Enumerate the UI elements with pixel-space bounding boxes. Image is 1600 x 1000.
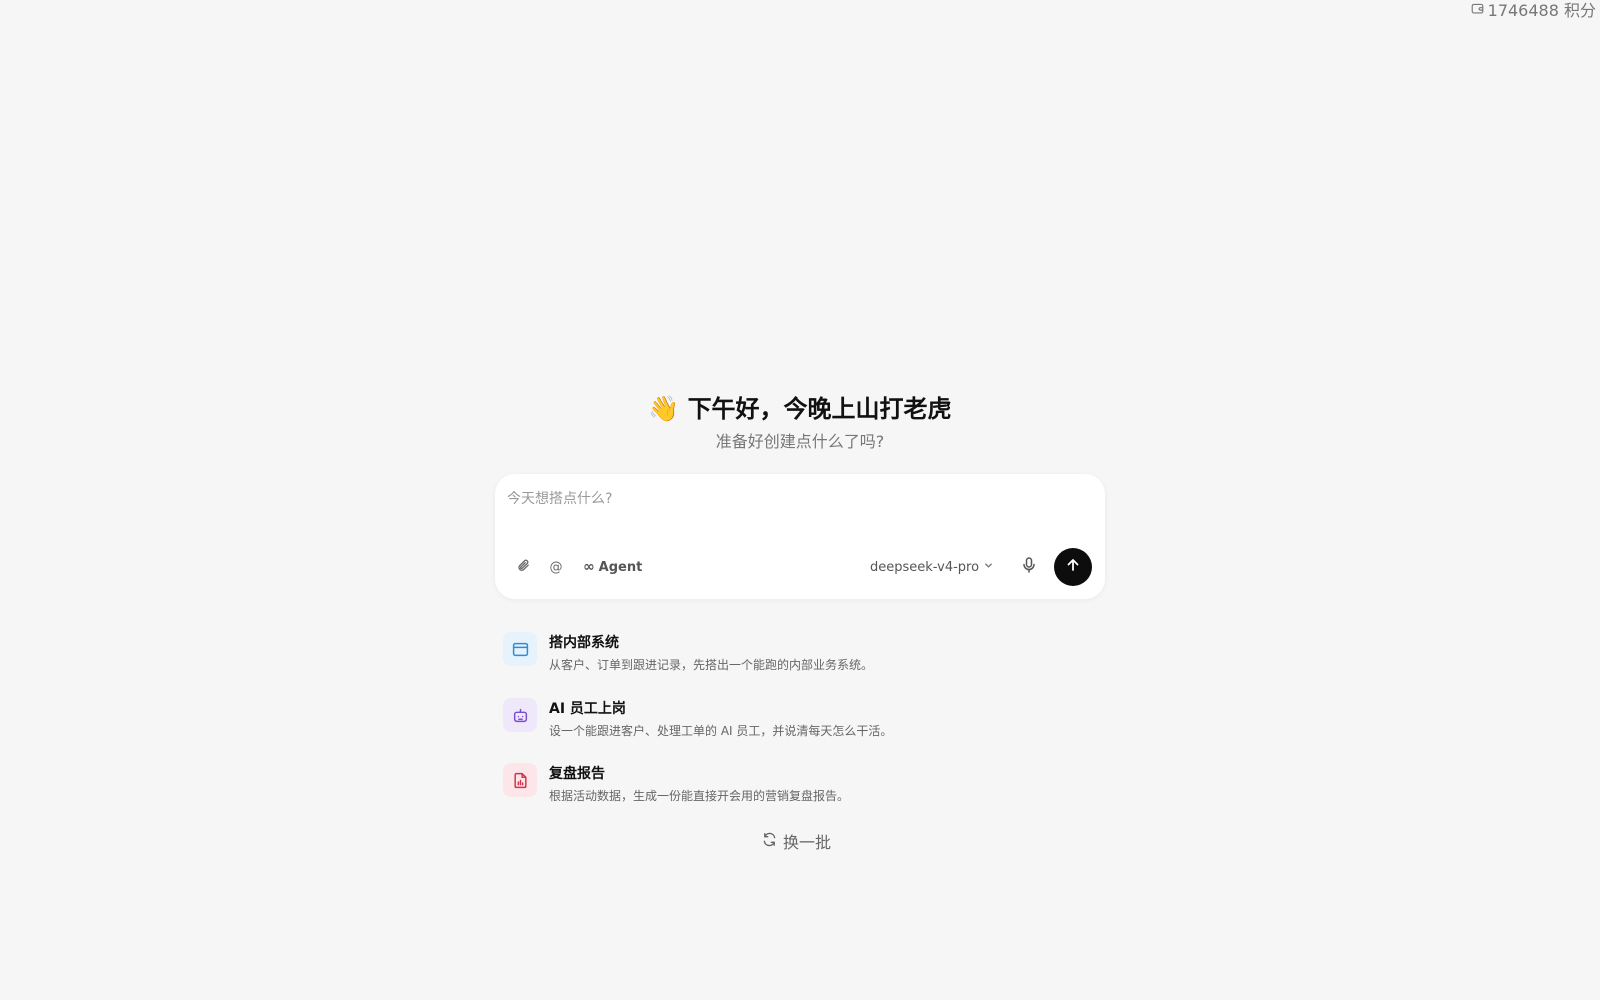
send-button[interactable] xyxy=(1054,548,1092,586)
paperclip-icon xyxy=(516,558,531,577)
credits-text: 1746488 积分 xyxy=(1487,1,1596,20)
suggestion-review-report[interactable]: 复盘报告 根据活动数据，生成一份能直接开会用的营销复盘报告。 xyxy=(503,763,943,813)
suggestion-internal-system[interactable]: 搭内部系统 从客户、订单到跟进记录，先搭出一个能跑的内部业务系统。 xyxy=(503,632,943,682)
chevron-down-icon xyxy=(983,560,994,575)
refresh-suggestions-button[interactable]: 换一批 xyxy=(762,829,831,853)
refresh-icon xyxy=(762,832,777,851)
credits-indicator[interactable]: 1746488 积分 xyxy=(1471,0,1596,20)
report-file-icon xyxy=(503,763,537,797)
suggestion-desc: 根据活动数据，生成一份能直接开会用的营销复盘报告。 xyxy=(549,789,850,803)
refresh-label: 换一批 xyxy=(783,833,832,852)
agent-button[interactable]: ∞ Agent xyxy=(583,555,642,579)
mention-button[interactable]: @ xyxy=(546,555,566,579)
microphone-icon xyxy=(1020,556,1038,578)
model-name: deepseek-v4-pro xyxy=(870,559,980,575)
hero: 👋 下午好，今晚上山打老虎 准备好创建点什么了吗? xyxy=(0,392,1600,454)
infinity-icon: ∞ xyxy=(583,559,595,575)
arrow-up-icon xyxy=(1065,557,1081,577)
agent-label: Agent xyxy=(598,559,643,575)
voice-input-button[interactable] xyxy=(1018,555,1040,579)
prompt-input[interactable] xyxy=(507,486,1087,512)
robot-icon xyxy=(503,698,537,732)
suggestion-ai-employee[interactable]: AI 员工上岗 设一个能跟进客户、处理工单的 AI 员工，并说清每天怎么干活。 xyxy=(503,698,943,748)
wallet-icon xyxy=(1471,0,1484,19)
attach-button[interactable] xyxy=(512,555,534,579)
greeting-text: 下午好，今晚上山打老虎 xyxy=(687,395,952,423)
model-selector[interactable]: deepseek-v4-pro xyxy=(870,555,994,579)
suggestion-title: 搭内部系统 xyxy=(549,635,619,651)
composer xyxy=(495,474,1105,599)
suggestion-desc: 设一个能跟进客户、处理工单的 AI 员工，并说清每天怎么干活。 xyxy=(549,724,893,738)
greeting-subtitle: 准备好创建点什么了吗? xyxy=(715,432,885,451)
wave-emoji: 👋 xyxy=(648,394,680,423)
app-window-icon xyxy=(503,632,537,666)
greeting-heading: 👋 下午好，今晚上山打老虎 xyxy=(648,392,951,426)
suggestion-desc: 从客户、订单到跟进记录，先搭出一个能跑的内部业务系统。 xyxy=(549,658,874,672)
suggestion-title: AI 员工上岗 xyxy=(549,701,626,717)
suggestion-title: 复盘报告 xyxy=(549,766,605,782)
